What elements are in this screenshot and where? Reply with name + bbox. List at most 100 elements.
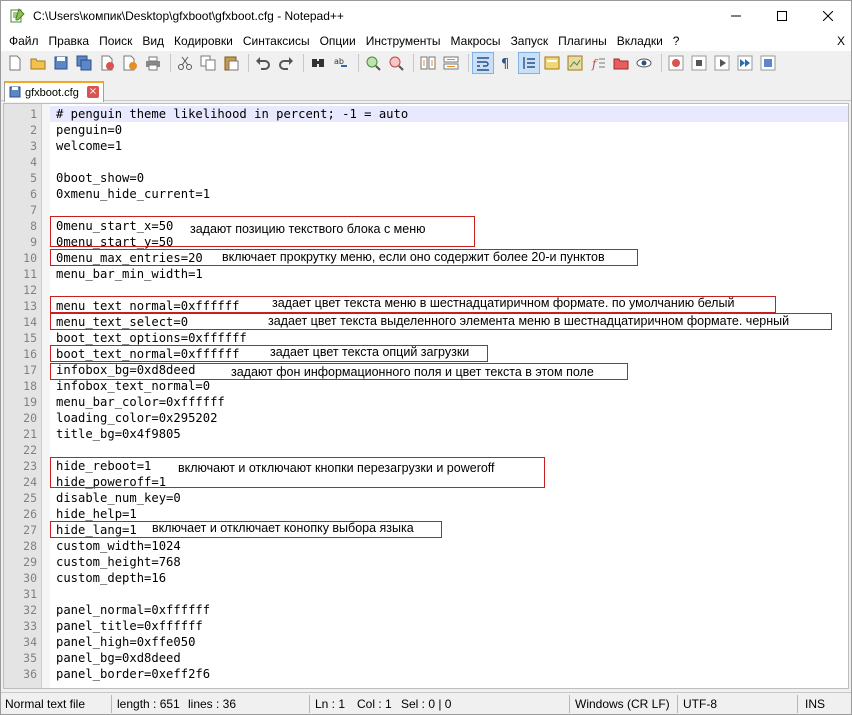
text-editor[interactable]: 1 2 3 4 5 6 7 8 9 10 11 12 13 14 15 16 17 18 19 20 21 22 23 24 2… bbox=[3, 103, 849, 689]
annotation-text: задает цвет текста меню в шестнадцатирич… bbox=[272, 296, 735, 310]
menu-view[interactable]: Вид bbox=[137, 31, 169, 51]
menu-macros[interactable]: Макросы bbox=[446, 31, 506, 51]
menu-bar: Файл Правка Поиск Вид Кодировки Синтакси… bbox=[1, 31, 851, 51]
status-insert-mode[interactable]: INS bbox=[801, 693, 825, 714]
zoom-out-icon[interactable] bbox=[386, 53, 406, 73]
code-line[interactable]: panel_bg=0xd8deed bbox=[56, 650, 181, 666]
tab-close-icon[interactable]: × bbox=[87, 86, 99, 98]
line-number: 18 bbox=[23, 379, 37, 393]
svg-text:¶: ¶ bbox=[501, 57, 509, 71]
code-line[interactable]: panel_border=0xeff2f6 bbox=[56, 666, 210, 682]
stop-macro-icon[interactable] bbox=[689, 53, 709, 73]
redo-icon[interactable] bbox=[276, 53, 296, 73]
svg-text:ab: ab bbox=[334, 57, 344, 66]
line-number: 24 bbox=[23, 475, 37, 489]
undo-icon[interactable] bbox=[253, 53, 273, 73]
menu-search[interactable]: Поиск bbox=[94, 31, 137, 51]
code-line[interactable]: infobox_text_normal=0 bbox=[56, 378, 210, 394]
menu-encoding[interactable]: Кодировки bbox=[169, 31, 238, 51]
code-line[interactable]: panel_high=0xffe050 bbox=[56, 634, 195, 650]
line-number: 3 bbox=[30, 139, 37, 153]
code-line[interactable]: panel_title=0xffffff bbox=[56, 618, 203, 634]
copy-icon[interactable] bbox=[198, 53, 218, 73]
minimize-button[interactable] bbox=[713, 1, 759, 31]
code-line[interactable]: panel_normal=0xffffff bbox=[56, 602, 210, 618]
menu-tabs[interactable]: Вкладки bbox=[612, 31, 668, 51]
code-line[interactable]: custom_width=1024 bbox=[56, 538, 181, 554]
notepad-plus-plus-window: C:\Users\компик\Desktop\gfxboot\gfxboot.… bbox=[0, 0, 852, 715]
line-number: 5 bbox=[30, 171, 37, 185]
code-line[interactable]: 0boot_show=0 bbox=[56, 170, 144, 186]
doc-map-icon[interactable] bbox=[565, 53, 585, 73]
code-line[interactable]: hide_help=1 bbox=[56, 506, 137, 522]
run-macro-multiple-icon[interactable] bbox=[735, 53, 755, 73]
tab-label: gfxboot.cfg bbox=[25, 86, 79, 99]
zoom-in-icon[interactable] bbox=[363, 53, 383, 73]
menu-syntax[interactable]: Синтаксисы bbox=[238, 31, 315, 51]
code-line[interactable]: custom_height=768 bbox=[56, 554, 181, 570]
line-number: 14 bbox=[23, 315, 37, 329]
line-number: 36 bbox=[23, 667, 37, 681]
replace-icon[interactable]: ab bbox=[331, 53, 351, 73]
close-all-icon[interactable] bbox=[120, 53, 140, 73]
record-macro-icon[interactable] bbox=[666, 53, 686, 73]
annotation-text: задают фон информационного поля и цвет т… bbox=[231, 365, 594, 379]
code-line[interactable]: boot_text_options=0xffffff bbox=[56, 330, 247, 346]
new-file-icon[interactable] bbox=[5, 53, 25, 73]
status-separator bbox=[309, 695, 310, 713]
menu-help[interactable]: ? bbox=[668, 31, 685, 51]
line-number: 17 bbox=[23, 363, 37, 377]
close-window-button[interactable] bbox=[805, 1, 851, 31]
function-list-icon[interactable]: f bbox=[588, 53, 608, 73]
sync-horizontal-icon[interactable] bbox=[441, 53, 461, 73]
code-line[interactable]: custom_depth=16 bbox=[56, 570, 166, 586]
code-line[interactable]: # penguin theme likelihood in percent; -… bbox=[56, 106, 408, 122]
find-icon[interactable] bbox=[308, 53, 328, 73]
cut-icon[interactable] bbox=[175, 53, 195, 73]
maximize-icon bbox=[777, 11, 787, 21]
menu-options[interactable]: Опции bbox=[315, 31, 361, 51]
menu-run[interactable]: Запуск bbox=[506, 31, 554, 51]
status-encoding[interactable]: UTF-8 bbox=[679, 693, 717, 714]
minimize-icon bbox=[731, 15, 741, 17]
code-line[interactable]: menu_bar_color=0xffffff bbox=[56, 394, 225, 410]
menu-file[interactable]: Файл bbox=[4, 31, 44, 51]
indent-guide-icon[interactable] bbox=[518, 52, 540, 74]
toolbar: ab ¶ f bbox=[1, 51, 851, 75]
code-line[interactable]: disable_num_key=0 bbox=[56, 490, 181, 506]
annotation-text: включает прокрутку меню, если оно содерж… bbox=[222, 250, 605, 264]
menu-tools[interactable]: Инструменты bbox=[361, 31, 446, 51]
close-document-button[interactable]: X bbox=[837, 31, 845, 51]
line-number: 35 bbox=[23, 651, 37, 665]
folder-workspace-icon[interactable] bbox=[611, 53, 631, 73]
user-language-icon[interactable] bbox=[542, 53, 562, 73]
line-number: 21 bbox=[23, 427, 37, 441]
line-number: 33 bbox=[23, 619, 37, 633]
code-line[interactable]: welcome=1 bbox=[56, 138, 122, 154]
code-line[interactable]: loading_color=0x295202 bbox=[56, 410, 217, 426]
close-file-icon[interactable] bbox=[97, 53, 117, 73]
line-number: 13 bbox=[23, 299, 37, 313]
print-icon[interactable] bbox=[143, 53, 163, 73]
code-line[interactable]: title_bg=0x4f9805 bbox=[56, 426, 181, 442]
save-icon[interactable] bbox=[51, 53, 71, 73]
tab-gfxboot-cfg[interactable]: gfxboot.cfg × bbox=[4, 81, 104, 102]
paste-icon[interactable] bbox=[221, 53, 241, 73]
menu-plugins[interactable]: Плагины bbox=[553, 31, 612, 51]
code-line[interactable]: penguin=0 bbox=[56, 122, 122, 138]
save-all-icon[interactable] bbox=[74, 53, 94, 73]
sync-vertical-icon[interactable] bbox=[418, 53, 438, 73]
code-line[interactable]: menu_bar_min_width=1 bbox=[56, 266, 203, 282]
line-number: 29 bbox=[23, 555, 37, 569]
play-macro-icon[interactable] bbox=[712, 53, 732, 73]
maximize-button[interactable] bbox=[759, 1, 805, 31]
open-file-icon[interactable] bbox=[28, 53, 48, 73]
code-line[interactable]: 0xmenu_hide_current=1 bbox=[56, 186, 210, 202]
word-wrap-icon[interactable] bbox=[472, 52, 494, 74]
line-number: 27 bbox=[23, 523, 37, 537]
menu-edit[interactable]: Правка bbox=[44, 31, 95, 51]
status-eol[interactable]: Windows (CR LF) bbox=[571, 693, 670, 714]
show-all-chars-icon[interactable]: ¶ bbox=[496, 53, 516, 73]
save-macro-icon[interactable] bbox=[758, 53, 778, 73]
monitoring-eye-icon[interactable] bbox=[634, 53, 654, 73]
